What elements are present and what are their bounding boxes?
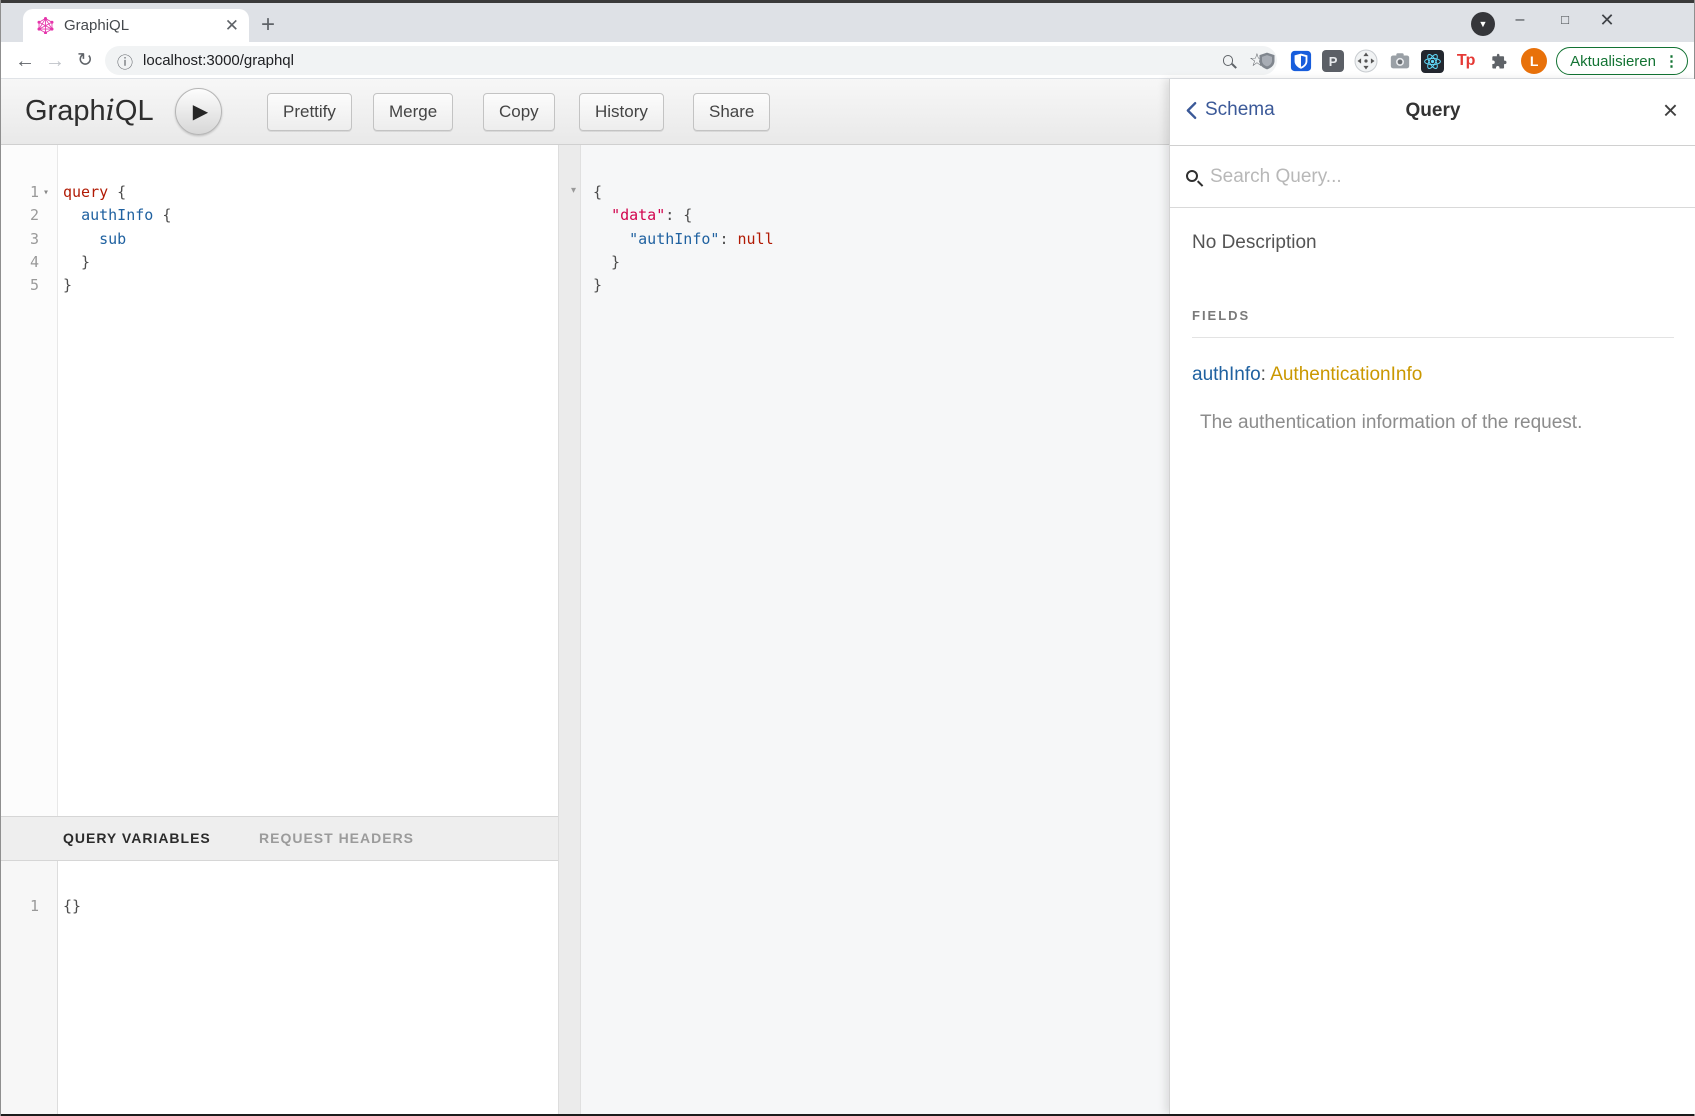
code-line: "authInfo": null	[588, 228, 1169, 251]
secondary-editor-tabs: QUERY VARIABLES REQUEST HEADERS	[1, 816, 558, 861]
tab-close-icon[interactable]: ✕	[225, 17, 239, 34]
line-number: 4	[1, 251, 57, 274]
chrome-update-label: Aktualisieren	[1570, 53, 1656, 70]
doc-fields-list: authInfo: AuthenticationInfo The authenti…	[1192, 364, 1674, 434]
copy-button[interactable]: Copy	[483, 93, 555, 131]
tab-strip: GraphiQL ✕ + ▼ – □ ✕	[1, 3, 1694, 42]
result-fold-icon[interactable]: ▾	[571, 185, 576, 196]
doc-explorer-header: Schema Query ×	[1170, 79, 1695, 146]
pane-divider[interactable]: ▾	[558, 145, 581, 1114]
search-icon	[1186, 165, 1198, 188]
doc-panel-title: Query	[1170, 100, 1695, 122]
merge-button[interactable]: Merge	[373, 93, 453, 131]
execute-query-button[interactable]: ▶	[175, 88, 222, 135]
p-extension-icon[interactable]: P	[1322, 50, 1344, 72]
code-line: }	[58, 251, 558, 274]
tab-title: GraphiQL	[64, 17, 225, 34]
fold-icon[interactable]: ▾	[43, 181, 49, 204]
chrome-update-button[interactable]: Aktualisieren ⋮	[1556, 47, 1688, 75]
bitwarden-extension-icon[interactable]	[1288, 49, 1313, 74]
page-info-icon[interactable]: ⓘ	[117, 49, 133, 73]
code-line: {	[588, 181, 1169, 204]
address-bar[interactable]: ⓘ localhost:3000/graphql ☆	[105, 46, 1277, 75]
extensions-puzzle-icon[interactable]	[1487, 49, 1512, 74]
tab-search-icon[interactable]: ▼	[1471, 12, 1495, 36]
result-viewer-code: { "data": { "authInfo": null }}	[581, 145, 1169, 297]
graphiql-topbar: GraphiQL ▶ Prettify Merge Copy History Share	[1, 79, 1169, 145]
doc-fields-divider	[1192, 337, 1674, 338]
tab-request-headers[interactable]: REQUEST HEADERS	[259, 817, 414, 860]
graphiql-logo: GraphiQL	[25, 93, 154, 128]
chrome-menu-icon[interactable]: ⋮	[1664, 52, 1679, 70]
graphql-favicon-icon	[37, 17, 54, 34]
query-editor[interactable]: 1▾2345 query { authInfo { sub }}	[1, 145, 558, 816]
url-text[interactable]: localhost:3000/graphql	[143, 52, 1223, 69]
react-devtools-extension-icon[interactable]	[1421, 50, 1444, 73]
code-line: sub	[58, 228, 558, 251]
variables-editor-code[interactable]: {}	[58, 861, 558, 1114]
ublock-extension-icon[interactable]	[1254, 49, 1279, 74]
zoom-icon[interactable]	[1223, 51, 1233, 71]
line-number: 1	[1, 895, 57, 918]
doc-no-description: No Description	[1192, 232, 1674, 254]
back-button[interactable]: ←	[10, 46, 40, 76]
extension-icons-row: P Tp L Aktualisieren ⋮	[1254, 46, 1688, 76]
play-icon: ▶	[193, 102, 208, 122]
code-line: query {	[58, 181, 558, 204]
variables-editor-gutter: 1	[1, 861, 58, 1114]
query-editor-gutter: 1▾2345	[1, 145, 58, 816]
history-button[interactable]: History	[579, 93, 664, 131]
window-close-button[interactable]: ✕	[1589, 5, 1625, 35]
prettify-button[interactable]: Prettify	[267, 93, 352, 131]
doc-search-row	[1170, 146, 1695, 208]
doc-explorer-panel: Schema Query × No Description FIELDS aut…	[1169, 79, 1695, 1114]
code-line: {}	[58, 895, 558, 918]
move-tool-extension-icon[interactable]	[1353, 49, 1378, 74]
doc-field-row: authInfo: AuthenticationInfo	[1192, 364, 1674, 386]
tab-query-variables[interactable]: QUERY VARIABLES	[63, 817, 211, 860]
code-line: }	[588, 274, 1169, 297]
line-number: 5	[1, 274, 57, 297]
browser-tab[interactable]: GraphiQL ✕	[23, 9, 249, 42]
doc-field-name-link[interactable]: authInfo	[1192, 364, 1261, 385]
doc-close-icon[interactable]: ×	[1663, 95, 1678, 126]
line-number: 1▾	[1, 181, 57, 204]
window-maximize-button[interactable]: □	[1547, 5, 1583, 35]
browser-window: GraphiQL ✕ + ▼ – □ ✕ ← → ↻ ⓘ localhost:3…	[0, 0, 1695, 1116]
share-button[interactable]: Share	[693, 93, 770, 131]
browser-toolbar: ← → ↻ ⓘ localhost:3000/graphql ☆ P	[1, 42, 1694, 79]
camera-extension-icon[interactable]	[1387, 49, 1412, 74]
doc-field-separator: :	[1261, 364, 1271, 385]
doc-field-type-link[interactable]: AuthenticationInfo	[1270, 364, 1422, 385]
code-line: "data": {	[588, 204, 1169, 227]
forward-button[interactable]: →	[40, 46, 70, 76]
doc-panel-body: No Description FIELDS authInfo: Authenti…	[1170, 232, 1695, 434]
reload-button[interactable]: ↻	[70, 46, 100, 76]
new-tab-button[interactable]: +	[253, 11, 283, 41]
query-editor-code[interactable]: query { authInfo { sub }}	[58, 145, 558, 816]
profile-avatar[interactable]: L	[1521, 48, 1547, 74]
window-minimize-button[interactable]: –	[1502, 5, 1538, 35]
doc-field-description: The authentication information of the re…	[1192, 412, 1674, 434]
code-line: }	[588, 251, 1169, 274]
variables-editor[interactable]: 1 {}	[1, 861, 558, 1114]
line-number: 2	[1, 204, 57, 227]
result-viewer: { "data": { "authInfo": null }}	[581, 145, 1169, 1114]
line-number: 3	[1, 228, 57, 251]
doc-search-input[interactable]	[1210, 166, 1680, 188]
code-line: authInfo {	[58, 204, 558, 227]
tp-extension-icon[interactable]: Tp	[1453, 49, 1478, 74]
code-line: }	[58, 274, 558, 297]
doc-fields-header: FIELDS	[1192, 308, 1674, 323]
